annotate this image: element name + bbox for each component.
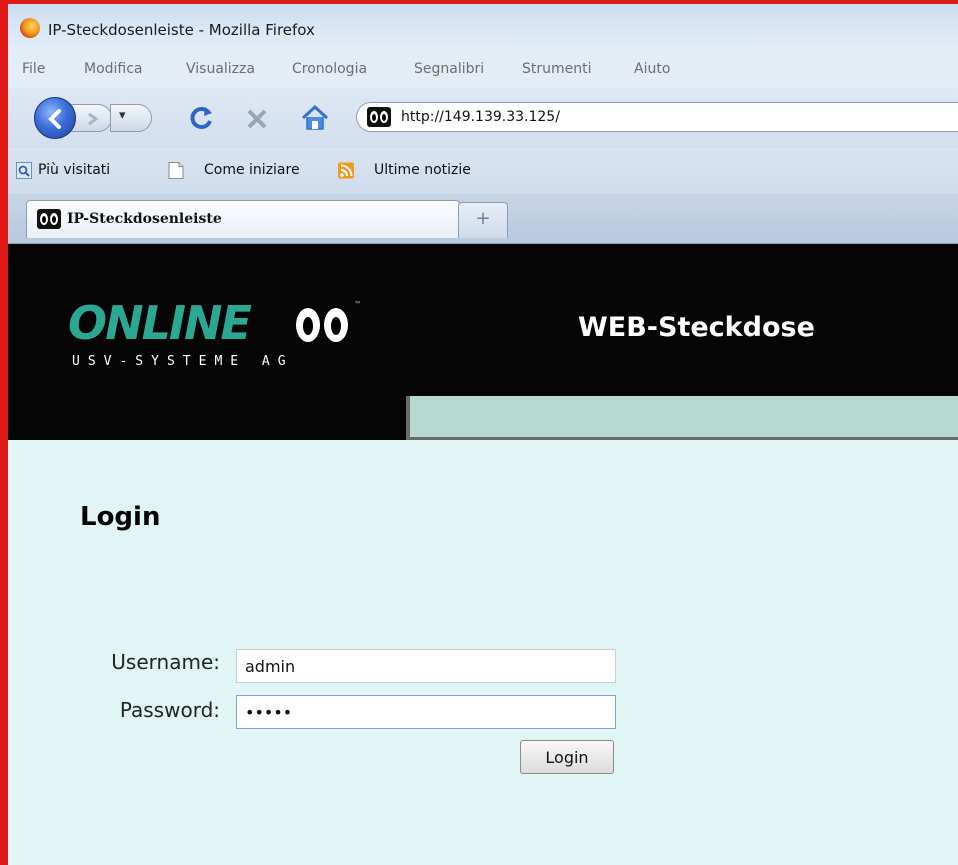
password-label: Password: <box>119 698 220 722</box>
history-dropdown-button[interactable]: ▾ <box>110 104 152 132</box>
password-input[interactable] <box>236 695 616 729</box>
bookmarks-toolbar: Più visitati Come iniziare Ultime notizi… <box>8 148 958 194</box>
menu-cronologia[interactable]: Cronologia <box>292 61 367 77</box>
menu-segnalibri[interactable]: Segnalibri <box>414 61 484 77</box>
back-arrow-icon <box>48 109 61 129</box>
window-title: IP-Steckdosenleiste - Mozilla Firefox <box>48 21 315 39</box>
logo-subtitle: USV-SYSTEME AG <box>72 354 294 369</box>
navigation-toolbar: ▾ http://149.139.33.125/ <box>8 88 958 148</box>
browser-window: IP-Steckdosenleiste - Mozilla Firefox Fi… <box>0 0 958 865</box>
rss-feed-icon <box>338 162 354 179</box>
bookmark-most-visited[interactable]: Più visitati <box>38 162 110 178</box>
tab-title: IP-Steckdosenleiste <box>67 211 222 227</box>
logo-eyes-icon <box>296 308 352 344</box>
tab-strip: IP-Steckdosenleiste + <box>8 194 958 244</box>
menu-visualizza[interactable]: Visualizza <box>186 61 255 77</box>
highlight-border-top <box>0 0 958 4</box>
firefox-logo-icon <box>20 18 40 38</box>
title-bar: IP-Steckdosenleiste - Mozilla Firefox <box>8 4 958 50</box>
chevron-down-icon: ▾ <box>119 108 126 123</box>
username-input[interactable] <box>236 649 616 683</box>
logo-trademark: ™ <box>354 300 362 309</box>
web-page: ONLINE ™ USV-SYSTEME AG WEB-Steckdose Lo… <box>8 244 958 865</box>
page-title: WEB-Steckdose <box>578 312 815 343</box>
menu-strumenti[interactable]: Strumenti <box>522 61 592 77</box>
logo-wordmark: ONLINE <box>68 296 252 350</box>
reload-icon[interactable] <box>188 104 216 132</box>
menu-aiuto[interactable]: Aiuto <box>634 61 670 77</box>
page-icon <box>168 162 184 179</box>
home-icon[interactable] <box>300 104 330 132</box>
online-usv-logo: ONLINE ™ USV-SYSTEME AG <box>68 294 388 384</box>
login-heading: Login <box>80 502 161 532</box>
bookmark-getting-started[interactable]: Come iniziare <box>204 162 300 178</box>
menu-modifica[interactable]: Modifica <box>84 61 143 77</box>
highlight-border-left <box>0 0 8 865</box>
page-header: ONLINE ™ USV-SYSTEME AG WEB-Steckdose <box>8 244 958 440</box>
url-text[interactable]: http://149.139.33.125/ <box>401 109 560 125</box>
menu-file[interactable]: File <box>22 61 45 77</box>
tab-favicon-icon <box>37 209 61 229</box>
tab-ip-steckdosenleiste[interactable]: IP-Steckdosenleiste <box>26 200 460 238</box>
login-button[interactable]: Login <box>520 740 614 774</box>
forward-arrow-icon <box>88 112 99 126</box>
site-favicon-icon <box>367 107 391 127</box>
most-visited-icon <box>16 162 32 179</box>
new-tab-button[interactable]: + <box>458 202 508 238</box>
bookmark-latest-news[interactable]: Ultime notizie <box>374 162 471 178</box>
menu-bar: File Modifica Visualizza Cronologia Segn… <box>8 50 958 88</box>
url-bar[interactable]: http://149.139.33.125/ <box>356 102 958 132</box>
header-navigation-bar <box>406 396 958 440</box>
username-label: Username: <box>111 650 220 674</box>
back-button[interactable] <box>34 97 76 139</box>
forward-button[interactable] <box>70 104 112 132</box>
stop-icon[interactable] <box>244 106 270 132</box>
